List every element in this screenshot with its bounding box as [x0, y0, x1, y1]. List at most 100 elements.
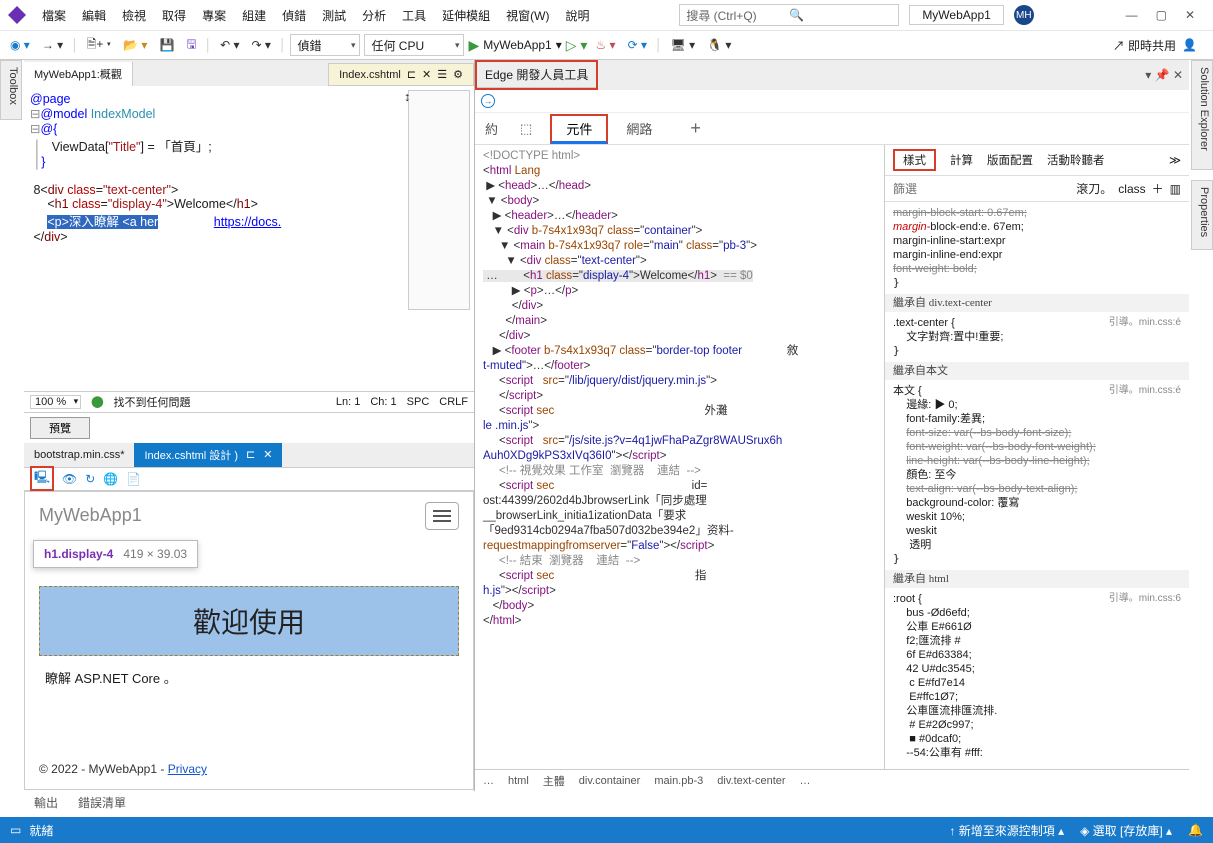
browser-link-button[interactable]: 🖥 ▾	[667, 36, 700, 54]
styles-filter-input[interactable]	[893, 182, 1076, 196]
minimap[interactable]	[408, 90, 470, 310]
new-item-button[interactable]: 🗎+ ▾	[83, 33, 115, 58]
doc-tab-overview[interactable]: MyWebApp1:概觀	[24, 62, 133, 86]
hamburger-button[interactable]	[425, 502, 459, 530]
save-all-button[interactable]: 🖫	[182, 33, 200, 58]
accessibility-icon[interactable]: 👁	[62, 472, 77, 486]
menu-檢視[interactable]: 檢視	[114, 3, 154, 28]
undo-button[interactable]: ↶ ▾	[216, 36, 243, 54]
project-name[interactable]: MyWebApp1	[909, 5, 1003, 25]
close-devtools-button[interactable]: ✕	[1173, 68, 1183, 82]
menu-專案[interactable]: 專案	[194, 3, 234, 28]
breadcrumb[interactable]: … html主體div.containermain.pb-3div.text-c…	[475, 769, 1189, 791]
sub-text: 瞭解 ASP.NET Core 。	[25, 664, 473, 691]
feedback-icon[interactable]: 👤	[1182, 38, 1197, 52]
hov-button[interactable]: 滾刀。	[1076, 180, 1112, 197]
menu-視窗(W)[interactable]: 視窗(W)	[498, 3, 557, 28]
nav-back-button[interactable]: ◉ ▾	[6, 36, 34, 54]
menu-編輯[interactable]: 編輯	[74, 3, 114, 28]
privacy-link[interactable]: Privacy	[168, 762, 207, 776]
devtools-tab-network[interactable]: 網路	[622, 115, 656, 142]
menu-檔案[interactable]: 檔案	[34, 3, 74, 28]
open-button[interactable]: 📂 ▾	[119, 36, 151, 54]
nav-fwd-button[interactable]: → ▾	[38, 36, 67, 54]
close-tab-icon[interactable]: ✕	[422, 68, 431, 81]
split-icon[interactable]: ↕	[404, 90, 410, 104]
design-surface[interactable]: MyWebApp1 h1.display-4 419 × 39.03 歡迎使用 …	[24, 491, 474, 792]
hot-reload-button[interactable]: ♨ ▾	[591, 36, 619, 54]
refresh-design-button[interactable]: ↻	[85, 472, 95, 486]
browser-refresh-button[interactable]: ⟳ ▾	[624, 36, 651, 54]
issues-label: 找不到任何問題	[114, 394, 191, 410]
devtools-tab-welcome[interactable]: 約	[481, 115, 502, 142]
desktop-view-button[interactable]: 🖳	[30, 466, 54, 491]
run-target[interactable]: MyWebApp1	[483, 38, 551, 52]
layout-tab[interactable]: 版面配置	[987, 152, 1033, 168]
css-rules[interactable]: margin-block-start: 0.67em; margin-block…	[885, 202, 1189, 769]
menu-測試[interactable]: 測試	[314, 3, 354, 28]
status-ready: 就緒	[29, 822, 53, 839]
vs-logo-icon	[8, 6, 26, 24]
devtools-add-tab-button[interactable]: +	[690, 118, 701, 139]
menu-取得[interactable]: 取得	[154, 3, 194, 28]
pin-icon[interactable]: 📌	[1155, 68, 1170, 82]
gear-icon[interactable]: ⚙	[453, 68, 463, 81]
properties-tab[interactable]: Properties	[1191, 180, 1213, 250]
menu-說明[interactable]: 說明	[558, 3, 598, 28]
toolbox-tab[interactable]: Toolbox	[0, 60, 22, 120]
tab-index-design[interactable]: Index.cshtml 設計 )⊏✕	[134, 443, 282, 467]
menu-組建[interactable]: 組建	[234, 3, 274, 28]
close-button[interactable]: ✕	[1185, 8, 1195, 22]
status-icon: ▭	[10, 823, 21, 837]
zoom-select[interactable]: 100 %	[30, 395, 81, 409]
globe-icon[interactable]: 🌐	[103, 472, 118, 486]
more-tabs-button[interactable]: ≫	[1169, 153, 1181, 167]
menu-工具[interactable]: 工具	[394, 3, 434, 28]
brand: MyWebApp1	[39, 505, 142, 526]
minimize-button[interactable]: —	[1126, 8, 1138, 22]
source-control-button[interactable]: ↑ 新增至來源控制項 ▴	[949, 822, 1064, 839]
run-button[interactable]: ▶	[468, 37, 479, 54]
inspect-icon[interactable]: ⬚	[516, 117, 536, 141]
repo-select-button[interactable]: ◈ 選取 [存放庫] ▴	[1080, 822, 1172, 839]
save-button[interactable]: 💾	[155, 36, 178, 54]
menu-偵錯[interactable]: 偵錯	[274, 3, 314, 28]
dom-tree[interactable]: <!DOCTYPE html> <html Lang ▶ <head>…</he…	[475, 145, 884, 769]
menu-延伸模組[interactable]: 延伸模組	[434, 3, 498, 28]
output-tab[interactable]: 輸出	[34, 794, 58, 811]
design-footer: © 2022 - MyWebApp1 - Privacy	[39, 762, 207, 776]
h1-heading[interactable]: 歡迎使用	[39, 586, 459, 656]
tab-bootstrap[interactable]: bootstrap.min.css*	[24, 445, 134, 465]
preview-button[interactable]: 預覽	[30, 417, 90, 439]
pin-icon[interactable]: ⊏	[246, 448, 255, 461]
styles-tab[interactable]: 樣式	[893, 149, 936, 171]
element-tooltip: h1.display-4 419 × 39.03	[33, 540, 198, 568]
redo-button[interactable]: ↷ ▾	[248, 36, 275, 54]
computed-tab[interactable]: 計算	[950, 152, 973, 168]
pin-icon[interactable]: ⊏	[407, 68, 416, 81]
run-no-debug-button[interactable]: ▷ ▾	[566, 37, 588, 54]
platform-select[interactable]: 任何 CPU	[364, 34, 464, 56]
devtools-tab-elements[interactable]: 元件	[550, 114, 608, 144]
doc-tab-index[interactable]: Index.cshtml⊏✕☰⚙	[328, 63, 474, 86]
error-list-tab[interactable]: 錯誤清單	[78, 794, 126, 811]
notifications-icon[interactable]: 🔔	[1188, 823, 1203, 837]
wsl-button[interactable]: 🐧 ▾	[703, 36, 735, 54]
config-select[interactable]: 偵錯	[290, 34, 360, 56]
styles-pane-toggle[interactable]: ▥	[1170, 182, 1181, 196]
live-share-button[interactable]: ↗ 即時共用	[1113, 37, 1176, 54]
new-style-button[interactable]: ＋	[1152, 180, 1164, 197]
code-editor[interactable]: @page ⊟@model IndexModel ⊟@{ │ ViewData[…	[24, 86, 474, 391]
doc-icon[interactable]: 📄	[126, 472, 141, 486]
close-tab-icon[interactable]: ✕	[263, 448, 272, 461]
issues-ok-icon: ⬤	[91, 395, 103, 408]
avatar[interactable]: MH	[1014, 5, 1034, 25]
listeners-tab[interactable]: 活動聆聽者	[1047, 152, 1105, 168]
cls-button[interactable]: class	[1118, 182, 1145, 196]
search-box[interactable]: 搜尋 (Ctrl+Q)🔍	[679, 4, 899, 26]
menu-分析[interactable]: 分析	[354, 3, 394, 28]
maximize-button[interactable]: ▢	[1156, 8, 1167, 22]
dropdown-icon[interactable]: ▾	[1145, 68, 1151, 82]
devtools-refresh-icon[interactable]: →	[481, 94, 495, 108]
solution-explorer-tab[interactable]: Solution Explorer	[1191, 60, 1213, 170]
